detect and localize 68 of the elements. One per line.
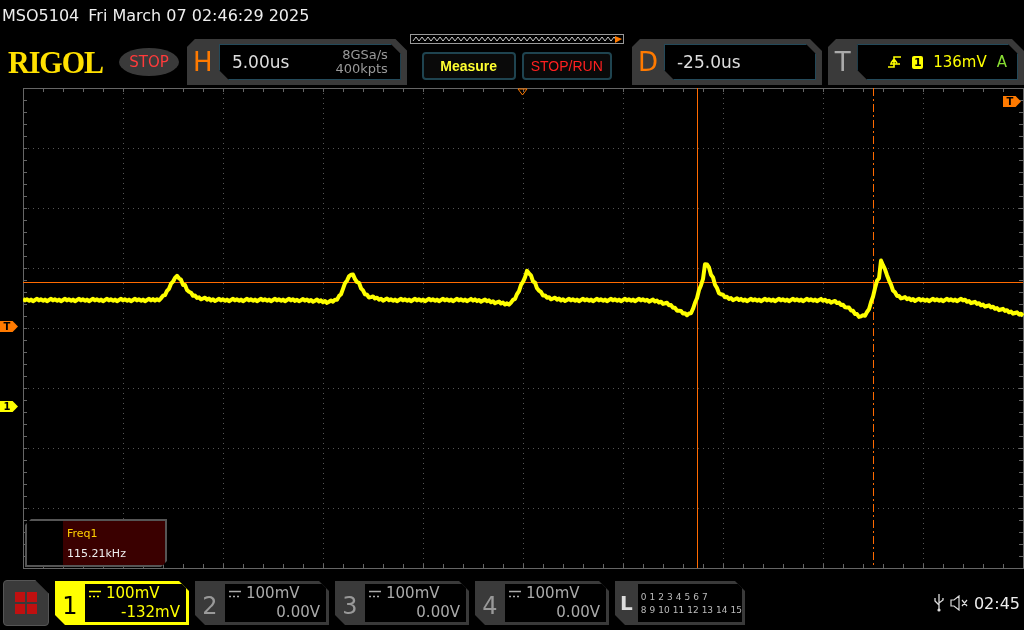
channel-button[interactable]: 4 100mV 0.00V xyxy=(475,581,609,625)
digital-channel-number: 1 xyxy=(649,591,656,602)
logic-channel-button[interactable]: L 0 1 2 3 4 5 6 7 8 9 10 11 12 13 14 15 xyxy=(615,581,745,625)
trigger-mode: A xyxy=(996,53,1007,71)
dc-coupling-icon xyxy=(229,589,241,598)
trigger-display[interactable]: 1 136mV A xyxy=(857,44,1018,80)
vertical-offset: 0.00V xyxy=(415,603,460,622)
digital-channel-number: 8 xyxy=(640,604,647,615)
model-name: MSO5104 xyxy=(2,5,80,25)
trigger-level-marker[interactable]: T xyxy=(0,321,18,332)
logic-label: L xyxy=(619,590,634,617)
rising-edge-icon xyxy=(888,55,903,69)
measurement-value: 115.21kHz xyxy=(67,546,127,560)
channel-number: 1 xyxy=(61,591,79,622)
digital-channel-number: 10 xyxy=(658,604,670,615)
memory-depth: 400kpts xyxy=(335,62,388,76)
delay-value: -25.0us xyxy=(676,52,741,72)
trigger-source-badge: 1 xyxy=(912,55,924,69)
usb-icon xyxy=(933,594,944,612)
timebase-value: 5.00us xyxy=(230,52,290,72)
vertical-offset: 0.00V xyxy=(275,603,320,622)
measurement-name: Freq1 xyxy=(67,526,99,540)
trigger-point-icon xyxy=(517,88,528,96)
vertical-scale: 100mV xyxy=(386,584,440,603)
dc-coupling-icon xyxy=(89,589,101,598)
channel-button[interactable]: 2 100mV 0.00V xyxy=(195,581,329,625)
digital-channel-number: 13 xyxy=(701,604,714,615)
digital-channel-number: 14 xyxy=(716,604,728,615)
dc-coupling-icon xyxy=(509,589,521,598)
main-menu-button[interactable] xyxy=(3,580,49,626)
sample-rate: 8GSa/s xyxy=(341,48,388,62)
timebase-display[interactable]: 5.00us 8GSa/s 400kpts xyxy=(218,44,401,80)
trigger-level-value: 136mV xyxy=(933,53,987,71)
digital-channel-number: 4 xyxy=(675,591,682,602)
digital-channel-number: 5 xyxy=(684,591,691,602)
digital-channel-number: 11 xyxy=(672,604,685,615)
delay-display[interactable]: -25.0us xyxy=(664,44,816,80)
horizontal-label: H xyxy=(192,47,214,77)
vertical-scale: 100mV xyxy=(246,584,300,603)
channel-button[interactable]: 3 100mV 0.00V xyxy=(335,581,469,625)
digital-channel-number: 12 xyxy=(687,604,699,615)
menu-icon xyxy=(15,592,37,614)
stop-run-button[interactable]: STOP/RUN xyxy=(521,52,612,80)
delay-label: D xyxy=(636,47,659,77)
channel-number: 4 xyxy=(481,591,499,622)
vertical-scale: 100mV xyxy=(526,584,580,603)
vertical-scale: 100mV xyxy=(106,584,160,603)
clock-time: 02:45 xyxy=(973,593,1020,613)
measure-button[interactable]: Measure xyxy=(421,52,516,80)
digital-channel-number: 7 xyxy=(701,591,708,602)
digital-channel-number: 3 xyxy=(667,591,673,602)
brand-logo: RIGOL xyxy=(8,44,105,80)
digital-channel-number: 0 xyxy=(640,591,647,602)
speaker-muted-icon[interactable] xyxy=(949,595,968,611)
channel-button[interactable]: 1 100mV -132mV xyxy=(55,581,189,625)
vertical-offset: 0.00V xyxy=(555,603,600,622)
digital-channel-number: 9 xyxy=(649,604,656,615)
digital-channel-number: 6 xyxy=(693,591,699,602)
dc-coupling-icon xyxy=(369,589,381,598)
channel-offset-marker[interactable]: 1 xyxy=(0,401,18,412)
digital-channel-number: 2 xyxy=(658,591,664,602)
digital-channel-number: 15 xyxy=(730,604,742,615)
vertical-offset: -132mV xyxy=(120,603,180,622)
channel-number: 3 xyxy=(341,591,359,622)
trigger-position-marker[interactable]: T xyxy=(1003,96,1021,107)
channel-number: 2 xyxy=(201,591,219,622)
date-time: Fri March 07 02:46:29 2025 xyxy=(88,5,310,25)
trigger-label: T xyxy=(833,47,852,77)
